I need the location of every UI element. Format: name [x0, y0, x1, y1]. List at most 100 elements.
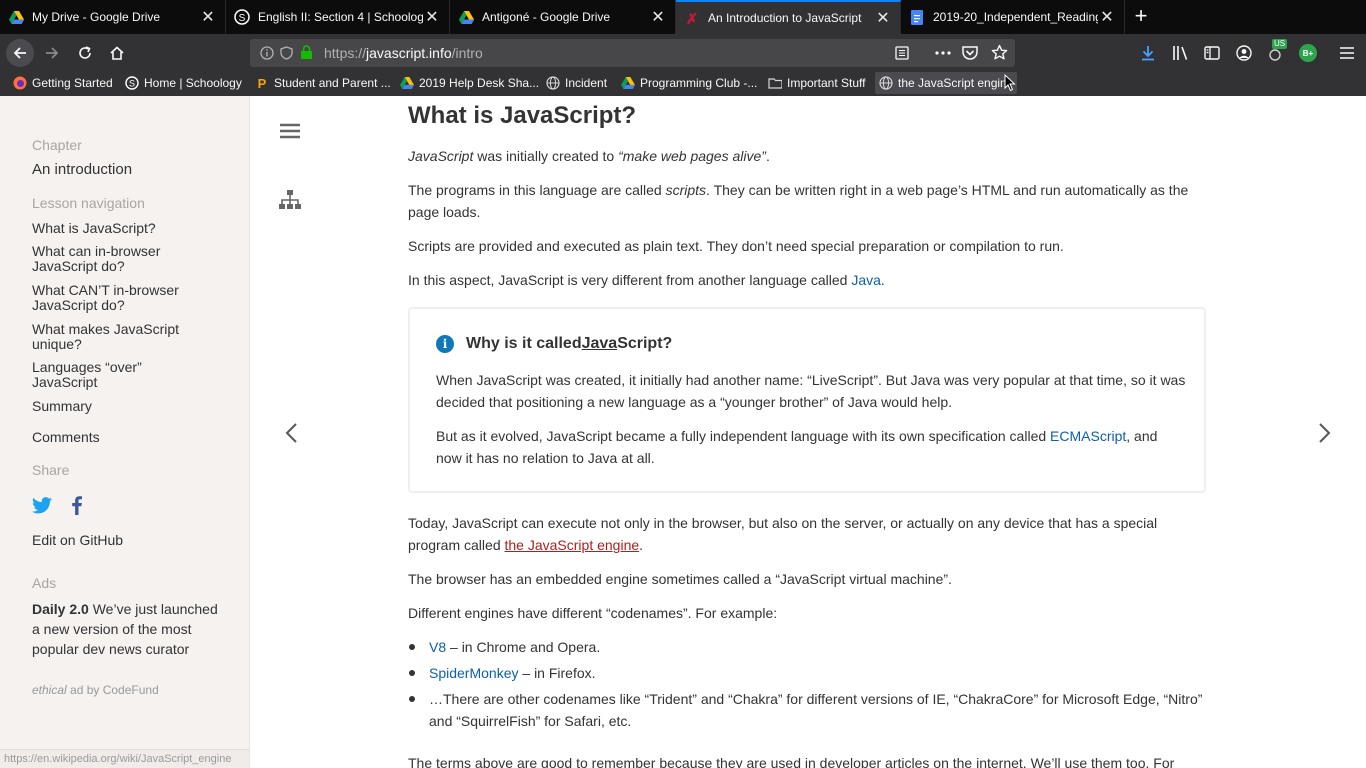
svg-text:✗: ✗ — [686, 11, 699, 25]
tab-title: My Drive - Google Drive — [32, 10, 161, 24]
lesson-link[interactable]: Summary — [32, 399, 222, 414]
close-tab-icon[interactable]: ✕ — [199, 7, 217, 27]
java-link[interactable]: Java — [851, 272, 881, 288]
bookmark-star-icon[interactable] — [991, 44, 1008, 61]
javascript-info-icon: ✗ — [684, 10, 700, 26]
hamburger-menu-icon[interactable] — [280, 123, 300, 139]
extension-button[interactable]: US — [1266, 39, 1288, 62]
sidebar-toggle-icon[interactable] — [1204, 45, 1220, 61]
forward-button[interactable] — [38, 39, 66, 67]
bookmark-incident[interactable]: Incident — [546, 72, 607, 94]
more-actions-icon[interactable] — [935, 51, 951, 55]
lock-icon[interactable] — [300, 45, 313, 60]
next-lesson-arrow-icon[interactable] — [1318, 422, 1332, 444]
twitter-icon[interactable] — [32, 497, 52, 514]
comments-link[interactable]: Comments — [32, 430, 222, 445]
back-button[interactable] — [6, 39, 34, 67]
url-text[interactable]: https://javascript.info/intro — [324, 45, 483, 61]
globe-icon — [879, 76, 893, 90]
tab-independent-reading[interactable]: 2019-20_Independent_Reading ✕ — [901, 0, 1125, 34]
paragraph: Scripts are provided and executed as pla… — [408, 238, 1064, 254]
bookmark-programming-club[interactable]: Programming Club -... — [621, 72, 757, 94]
lesson-link[interactable]: What is JavaScript? — [32, 221, 222, 236]
google-drive-icon — [621, 76, 635, 90]
spidermonkey-link[interactable]: SpiderMonkey — [429, 665, 519, 681]
reload-button[interactable] — [71, 39, 99, 67]
ad-attribution-text: ad by CodeFund — [66, 683, 159, 697]
close-tab-icon[interactable]: ✕ — [1098, 7, 1116, 27]
account-icon[interactable] — [1236, 45, 1252, 61]
tab-title: An Introduction to JavaScript — [708, 11, 862, 25]
new-tab-button[interactable]: + — [1130, 4, 1152, 30]
previous-lesson-arrow-icon[interactable] — [284, 422, 298, 444]
ad-text[interactable]: Daily 2.0 We’ve just launched a new vers… — [32, 599, 222, 659]
lesson-link[interactable]: What can in-browser JavaScript do? — [32, 244, 192, 274]
lesson-link[interactable]: What CAN’T in-browser JavaScript do? — [32, 283, 192, 313]
bookmark-help-desk[interactable]: 2019 Help Desk Sha... — [400, 72, 539, 94]
note-title-b: Script? — [617, 335, 673, 352]
svg-text:S: S — [129, 79, 135, 89]
text: . — [880, 272, 885, 288]
info-icon[interactable] — [260, 46, 274, 60]
ads-heading: Ads — [32, 575, 57, 591]
javascript-engine-link[interactable]: the JavaScript engine — [505, 537, 640, 553]
tab-my-drive[interactable]: My Drive - Google Drive ✕ — [0, 0, 226, 34]
chapter-link[interactable]: An introduction — [32, 162, 222, 177]
ad-title: Daily 2.0 — [32, 601, 89, 617]
sidebar: Chapter An introduction Lesson navigatio… — [0, 96, 250, 768]
bookmark-javascript-engine[interactable]: the JavaScript engin — [875, 72, 1017, 94]
schoology-icon: S — [234, 9, 250, 25]
bookmark-label: the JavaScript engin — [898, 76, 1007, 90]
address-bar[interactable]: https://javascript.info/intro — [250, 39, 1015, 67]
bookmark-label: Important Stuff — [787, 76, 866, 90]
close-tab-icon[interactable]: ✕ — [423, 7, 441, 27]
lesson-link[interactable]: Languages “over” JavaScript — [32, 360, 172, 390]
sitemap-icon[interactable] — [279, 190, 301, 210]
firefox-icon — [13, 76, 27, 90]
downloads-icon[interactable] — [1140, 45, 1156, 61]
hamburger-menu-icon[interactable] — [1339, 46, 1355, 60]
reload-icon — [79, 46, 91, 59]
google-drive-icon — [8, 9, 24, 25]
ad-attribution[interactable]: ethical ad by CodeFund — [32, 683, 159, 697]
share-heading: Share — [32, 462, 70, 478]
ecmascript-link[interactable]: ECMAScript — [1050, 428, 1126, 444]
url-prefix: https:// — [324, 45, 367, 61]
text: – in Chrome and Opera. — [446, 639, 601, 655]
edit-on-github-link[interactable]: Edit on GitHub — [32, 533, 222, 548]
bookmark-student-parent[interactable]: P Student and Parent ... — [255, 72, 391, 94]
schoology-icon: S — [125, 76, 139, 90]
google-drive-icon — [400, 76, 414, 90]
paragraph: The terms above are good to remember bec… — [408, 755, 1175, 768]
profile-badge[interactable]: B+ — [1299, 44, 1317, 62]
text: – in Firefox. — [518, 665, 596, 681]
lesson-link[interactable]: What makes JavaScript unique? — [32, 322, 192, 352]
home-button[interactable] — [103, 39, 131, 67]
tab-antigone[interactable]: Antigoné - Google Drive ✕ — [450, 0, 676, 34]
note-paragraph: But as it evolved, JavaScript became a f… — [436, 425, 1186, 469]
reader-view-icon[interactable] — [895, 46, 909, 60]
tab-schoology[interactable]: S English II: Section 4 | Schoology ✕ — [226, 0, 450, 34]
close-tab-icon[interactable]: ✕ — [649, 7, 667, 27]
facebook-icon[interactable] — [71, 496, 83, 515]
bookmark-home-schoology[interactable]: S Home | Schoology — [125, 72, 242, 94]
emphasis: “make web pages alive” — [618, 148, 766, 164]
note-title: i Why is it called Java Script? — [436, 335, 672, 353]
close-tab-icon[interactable]: ✕ — [874, 8, 892, 28]
bookmark-folder-important-stuff[interactable]: Important Stuff — [768, 72, 866, 94]
tab-javascript-intro[interactable]: ✗ An Introduction to JavaScript ✕ — [676, 0, 901, 34]
v8-link[interactable]: V8 — [429, 639, 446, 655]
info-note: i Why is it called Java Script? When Java… — [408, 307, 1206, 493]
text: But as it evolved, JavaScript became a f… — [436, 428, 1051, 444]
library-icon[interactable] — [1172, 45, 1189, 61]
arrow-left-icon — [13, 47, 26, 59]
pocket-icon[interactable] — [962, 45, 978, 60]
bookmark-getting-started[interactable]: Getting Started — [13, 72, 113, 94]
navigation-toolbar: https://javascript.info/intro US B+ — [0, 34, 1366, 72]
bookmark-label: 2019 Help Desk Sha... — [419, 76, 540, 90]
note-title-a: Why is it called — [466, 335, 582, 352]
shield-icon[interactable] — [280, 46, 293, 60]
web-page: Chapter An introduction Lesson navigatio… — [0, 96, 1366, 768]
tab-title: Antigoné - Google Drive — [482, 10, 611, 24]
bookmark-label: Getting Started — [32, 76, 113, 90]
